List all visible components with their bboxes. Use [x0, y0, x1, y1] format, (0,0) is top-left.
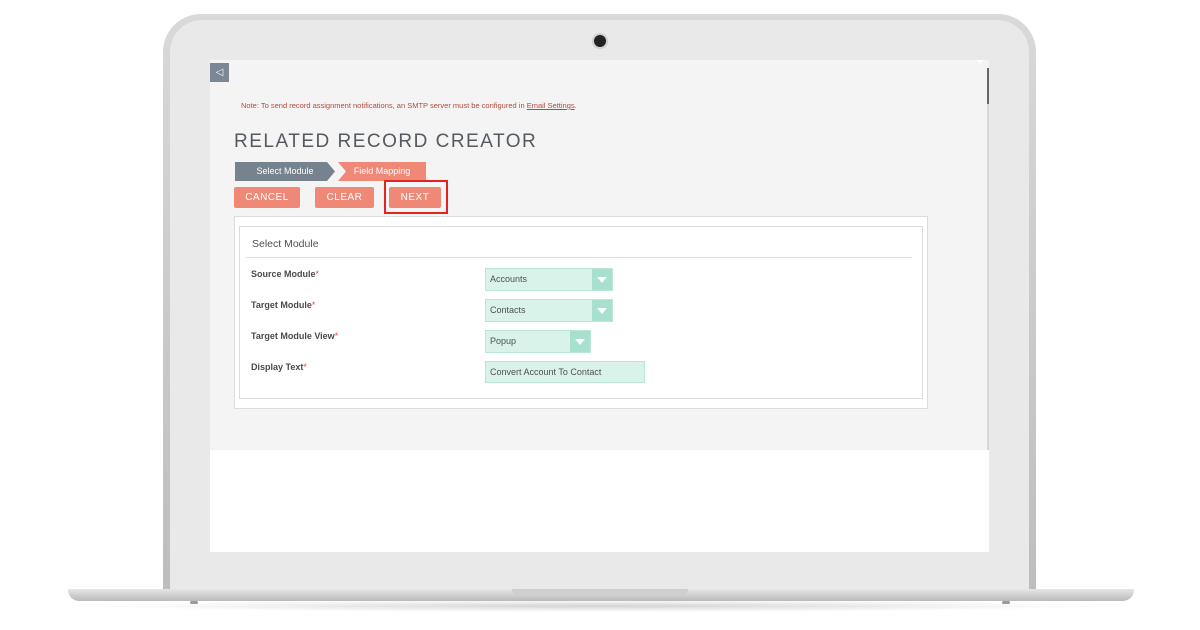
webcam	[594, 35, 606, 47]
clear-button[interactable]: CLEAR	[315, 187, 374, 208]
email-settings-link[interactable]: Email Settings	[527, 101, 575, 110]
select-module-panel-inner: Select Module Source Module* Accounts Ta…	[239, 226, 923, 399]
scrollbar-thumb[interactable]	[987, 68, 989, 104]
next-highlight-box	[384, 180, 448, 214]
scrollbar[interactable]	[987, 68, 989, 450]
laptop-foot-right	[1002, 601, 1010, 604]
chevron-down-icon[interactable]	[592, 300, 612, 321]
required-marker: *	[334, 331, 339, 341]
panel-title: Select Module	[252, 238, 319, 250]
required-marker: *	[315, 269, 320, 279]
target-module-value: Contacts	[490, 305, 526, 315]
step-select-module[interactable]: Select Module	[235, 162, 335, 181]
smtp-note: Note: To send record assignment notifica…	[241, 101, 577, 110]
source-module-select[interactable]: Accounts	[485, 268, 613, 291]
target-module-view-label-text: Target Module View	[251, 331, 335, 341]
required-marker: *	[303, 362, 307, 372]
laptop-foot-left	[190, 601, 198, 604]
source-module-label-text: Source Module	[251, 269, 316, 279]
step-field-mapping[interactable]: Field Mapping	[338, 162, 426, 181]
cancel-button[interactable]: CANCEL	[234, 187, 300, 208]
target-module-view-label: Target Module View*	[251, 331, 338, 341]
display-text-input[interactable]: Convert Account To Contact	[485, 361, 645, 383]
laptop-shadow	[100, 600, 1100, 612]
display-text-label-text: Display Text	[251, 362, 304, 372]
smtp-note-text: Note: To send record assignment notifica…	[241, 101, 527, 110]
chevron-down-icon[interactable]	[570, 331, 590, 352]
app-content: ◁ Note: To send record assignment notifi…	[210, 60, 989, 450]
panel-divider	[246, 257, 912, 258]
target-module-view-value: Popup	[490, 336, 517, 346]
screen: ◁ Note: To send record assignment notifi…	[210, 60, 989, 552]
target-module-view-select[interactable]: Popup	[485, 330, 591, 353]
source-module-label: Source Module*	[251, 269, 319, 279]
target-module-label-text: Target Module	[251, 300, 312, 310]
select-module-panel: Select Module Source Module* Accounts Ta…	[234, 216, 928, 409]
smtp-note-suffix: .	[574, 101, 577, 110]
target-module-select[interactable]: Contacts	[485, 299, 613, 322]
required-marker: *	[311, 300, 316, 310]
laptop-notch	[512, 589, 688, 596]
chevron-down-icon[interactable]	[592, 269, 612, 290]
target-module-label: Target Module*	[251, 300, 315, 310]
source-module-value: Accounts	[490, 274, 528, 284]
page-title: RELATED RECORD CREATOR	[234, 131, 538, 152]
display-text-label: Display Text*	[251, 362, 307, 372]
back-arrow-icon[interactable]: ◁	[210, 63, 229, 82]
scroll-up-icon[interactable]	[976, 60, 984, 64]
